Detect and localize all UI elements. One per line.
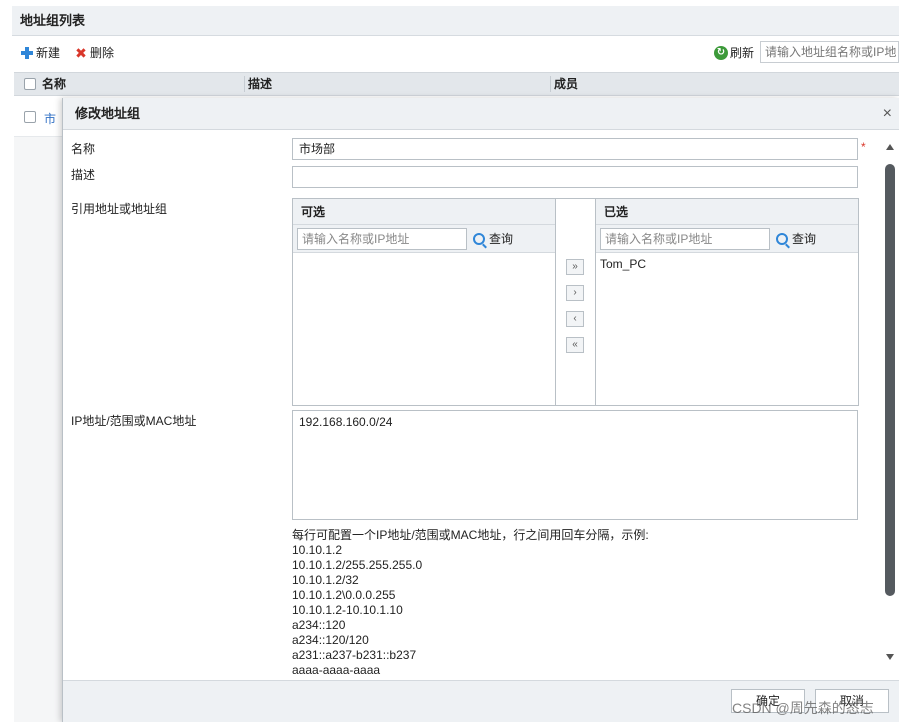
group-search-input[interactable]: 请输入地址组名称或IP地 bbox=[760, 41, 899, 63]
name-label: 名称 bbox=[71, 142, 96, 156]
column-separator bbox=[550, 76, 551, 92]
dialog-header: 修改地址组 × bbox=[63, 98, 899, 130]
available-query-label: 查询 bbox=[489, 232, 514, 246]
refresh-button-label: 刷新 bbox=[730, 46, 755, 60]
close-icon[interactable]: × bbox=[883, 98, 892, 130]
reference-label: 引用地址或地址组 bbox=[71, 202, 168, 216]
add-button[interactable]: › bbox=[566, 285, 584, 301]
remove-all-button[interactable]: « bbox=[566, 337, 584, 353]
description-label: 描述 bbox=[71, 168, 96, 182]
available-query-button[interactable]: 查询 bbox=[473, 230, 513, 248]
selected-query-button[interactable]: 查询 bbox=[776, 230, 816, 248]
name-field[interactable]: 市场部 bbox=[292, 138, 858, 160]
delete-button[interactable]: ✖ 删除 bbox=[74, 45, 114, 61]
column-header-members: 成员 bbox=[554, 77, 579, 91]
hint-line: aaaa-aaaa-aaaa bbox=[292, 663, 381, 677]
edit-address-group-dialog: 修改地址组 × 名称 市场部 * 描述 引用地址或地址组 可选 查询 » bbox=[62, 98, 899, 722]
ip-hint: 每行可配置一个IP地址/范围或MAC地址，行之间用回车分隔，示例: 10.10.… bbox=[292, 528, 649, 678]
dialog-title: 修改地址组 bbox=[75, 106, 141, 121]
list-item[interactable]: Tom_PC bbox=[596, 253, 858, 275]
hint-line: 10.10.1.2/255.255.255.0 bbox=[292, 558, 423, 572]
row-name-link[interactable]: 市 bbox=[44, 110, 56, 127]
available-panel: 可选 查询 bbox=[292, 198, 556, 406]
available-list[interactable] bbox=[293, 253, 555, 405]
new-button-label: 新建 bbox=[36, 46, 61, 60]
hint-line: a231::a237-b231::b237 bbox=[292, 648, 417, 662]
search-icon bbox=[776, 233, 788, 245]
add-all-button[interactable]: » bbox=[566, 259, 584, 275]
hint-line: a234::120 bbox=[292, 618, 346, 632]
description-field[interactable] bbox=[292, 166, 858, 188]
hint-line: 10.10.1.2 bbox=[292, 543, 343, 557]
hint-line: 10.10.1.2-10.10.1.10 bbox=[292, 603, 403, 617]
hint-line: a234::120/120 bbox=[292, 633, 369, 647]
selected-search-bar: 查询 bbox=[596, 225, 858, 253]
refresh-icon: ↻ bbox=[714, 46, 728, 60]
column-header-name: 名称 bbox=[42, 77, 67, 91]
required-mark: * bbox=[861, 140, 866, 154]
remove-button[interactable]: ‹ bbox=[566, 311, 584, 327]
transfer-controls: » › ‹ « bbox=[556, 198, 596, 406]
delete-button-label: 删除 bbox=[90, 46, 115, 60]
refresh-button[interactable]: ↻ 刷新 bbox=[714, 45, 754, 61]
watermark: CSDN @周先森的态志 bbox=[732, 700, 874, 716]
new-button[interactable]: 新建 bbox=[20, 45, 60, 61]
available-panel-header: 可选 bbox=[293, 199, 555, 225]
delete-x-icon: ✖ bbox=[75, 45, 87, 61]
dialog-body: 名称 市场部 * 描述 引用地址或地址组 可选 查询 » › ‹ « bbox=[63, 130, 899, 680]
list-toolbar: 新建 ✖ 删除 ↻ 刷新 请输入地址组名称或IP地 bbox=[12, 38, 899, 68]
scroll-thumb[interactable] bbox=[885, 164, 895, 596]
scroll-up-icon[interactable] bbox=[886, 144, 894, 150]
selected-panel: 已选 查询 Tom_PC bbox=[595, 198, 859, 406]
hint-line: 每行可配置一个IP地址/范围或MAC地址，行之间用回车分隔，示例: bbox=[292, 528, 649, 542]
selected-query-label: 查询 bbox=[792, 232, 817, 246]
plus-icon bbox=[20, 46, 34, 60]
hint-line: 10.10.1.2\0.0.0.255 bbox=[292, 588, 396, 602]
column-separator bbox=[244, 76, 245, 92]
column-header-description: 描述 bbox=[248, 77, 273, 91]
dialog-scrollbar[interactable] bbox=[885, 130, 895, 670]
available-search-bar: 查询 bbox=[293, 225, 555, 253]
selected-panel-header: 已选 bbox=[596, 199, 858, 225]
table-header: 名称 描述 成员 bbox=[14, 72, 899, 96]
list-body-area bbox=[14, 137, 62, 722]
search-icon bbox=[473, 233, 485, 245]
selected-list: Tom_PC bbox=[596, 253, 858, 405]
ip-textarea[interactable]: 192.168.160.0/24 bbox=[292, 410, 858, 520]
selected-search-input[interactable] bbox=[600, 228, 770, 250]
available-search-input[interactable] bbox=[297, 228, 467, 250]
page-title: 地址组列表 bbox=[12, 6, 899, 36]
scroll-down-icon[interactable] bbox=[886, 654, 894, 660]
select-all-checkbox[interactable] bbox=[24, 78, 36, 90]
row-checkbox[interactable] bbox=[24, 111, 36, 123]
hint-line: 10.10.1.2/32 bbox=[292, 573, 359, 587]
ip-label: IP地址/范围或MAC地址 bbox=[71, 414, 197, 428]
